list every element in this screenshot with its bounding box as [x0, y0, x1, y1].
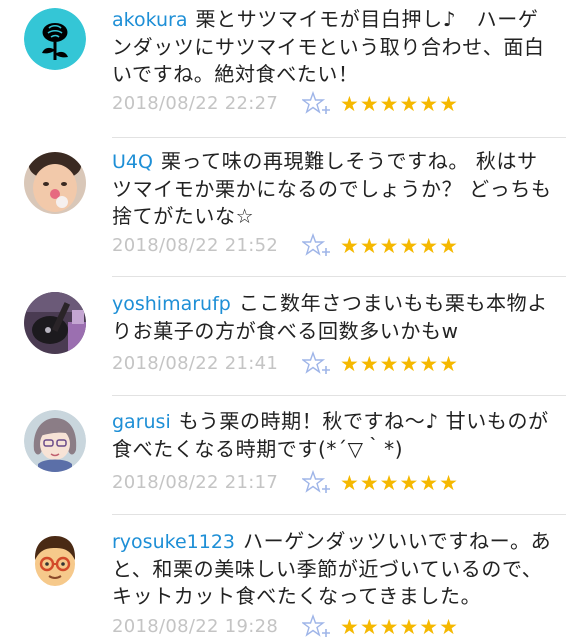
comment-date: 2018/08/22 21:41	[112, 353, 279, 374]
rose-icon	[24, 8, 86, 70]
comment-username[interactable]: ryosuke1123	[112, 531, 235, 553]
avatar[interactable]	[24, 292, 86, 354]
anime-girl-icon	[24, 410, 86, 472]
star-rating: ★★★★★★	[340, 352, 459, 376]
comment-meta: 2018/08/22 19:28 ★★★★★★	[112, 613, 552, 641]
add-star-icon[interactable]	[302, 614, 332, 640]
comment-date: 2018/08/22 21:17	[112, 472, 279, 493]
comment-date: 2018/08/22 19:28	[112, 616, 279, 637]
comment-text-block: U4Q 栗って味の再現難しそうですね。 秋はサツマイモか栗かになるのでしょうか？ …	[112, 148, 552, 230]
comment-text-block: ryosuke1123 ハーゲンダッツいいですねー。あと、和栗の美味しい季節が近づ…	[112, 528, 552, 610]
comment-body: もう栗の時期！秋ですね～♪ 甘いものが食べたくなる時期です(*´▽｀*)	[112, 409, 549, 461]
comment-body: 栗って味の再現難しそうですね。 秋はサツマイモか栗かになるのでしょうか？ どっち…	[112, 149, 552, 228]
comment-meta: 2018/08/22 21:52 ★★★★★★	[112, 232, 552, 260]
divider	[112, 395, 566, 396]
add-star-icon[interactable]	[302, 91, 332, 117]
add-star-icon[interactable]	[302, 351, 332, 377]
star-rating: ★★★★★★	[340, 615, 459, 639]
add-star-icon[interactable]	[302, 233, 332, 259]
comment-meta: 2018/08/22 21:41 ★★★★★★	[112, 350, 552, 378]
divider	[112, 276, 566, 277]
avatar[interactable]	[24, 152, 86, 214]
comment-text-block: yoshimarufp ここ数年さつまいもも栗も本物よりお菓子の方が食べる回数多い…	[112, 290, 552, 345]
comment-date: 2018/08/22 21:52	[112, 235, 279, 256]
comment-date: 2018/08/22 22:27	[112, 93, 279, 114]
baby-photo-icon	[24, 152, 86, 214]
comment-username[interactable]: yoshimarufp	[112, 293, 231, 315]
avatar[interactable]	[24, 410, 86, 472]
comment-username[interactable]: U4Q	[112, 151, 153, 173]
star-rating: ★★★★★★	[340, 471, 459, 495]
avatar[interactable]	[24, 530, 86, 592]
avatar[interactable]	[24, 8, 86, 70]
divider	[112, 137, 566, 138]
star-rating: ★★★★★★	[340, 234, 459, 258]
comment-meta: 2018/08/22 22:27 ★★★★★★	[112, 90, 552, 118]
comment-text-block: garusi もう栗の時期！秋ですね～♪ 甘いものが食べたくなる時期です(*´▽｀…	[112, 408, 552, 463]
add-star-icon[interactable]	[302, 470, 332, 496]
comment-username[interactable]: garusi	[112, 411, 171, 433]
comment-text-block: akokura 栗とサツマイモが目白押し♪ ハーゲンダッツにサツマイモという取り合…	[112, 6, 552, 88]
glasses-man-icon	[24, 530, 86, 592]
comment-meta: 2018/08/22 21:17 ★★★★★★	[112, 469, 552, 497]
star-rating: ★★★★★★	[340, 92, 459, 116]
divider	[112, 514, 566, 515]
guitar-photo-icon	[24, 292, 86, 354]
comment-username[interactable]: akokura	[112, 9, 188, 31]
